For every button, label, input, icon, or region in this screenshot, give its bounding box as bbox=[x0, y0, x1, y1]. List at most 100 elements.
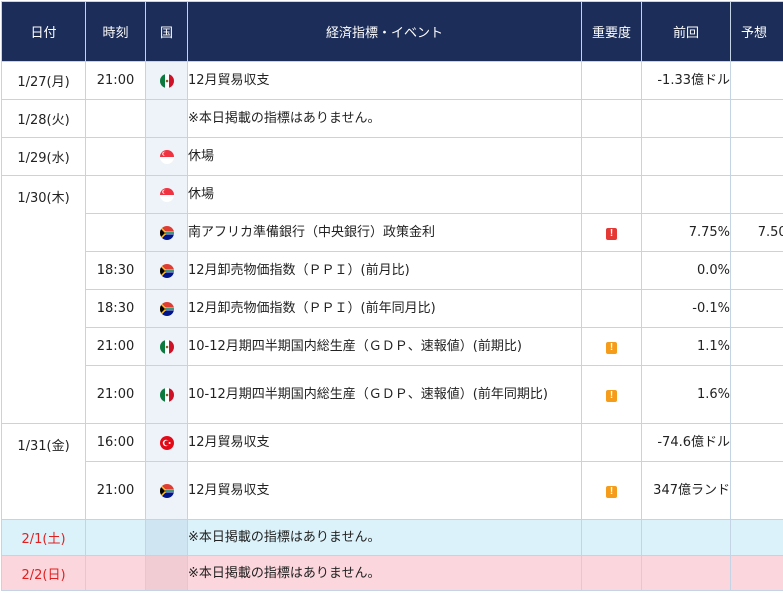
forecast-cell bbox=[730, 289, 783, 328]
previous-cell: 0.0% bbox=[641, 251, 731, 290]
time-cell: 21:00 bbox=[85, 61, 146, 100]
previous-cell: 1.1% bbox=[641, 327, 731, 366]
importance-cell bbox=[581, 423, 642, 462]
date-cell: 1/29(水) bbox=[1, 137, 86, 176]
time-cell: 21:00 bbox=[85, 365, 146, 424]
time-cell: 18:30 bbox=[85, 289, 146, 328]
date-cell: 1/28(火) bbox=[1, 99, 86, 138]
table-row: 2/1(土) ※本日掲載の指標はありません。 bbox=[1, 519, 783, 556]
header-event[interactable]: 経済指標・イベント bbox=[187, 1, 582, 62]
event-cell: ※本日掲載の指標はありません。 bbox=[187, 519, 582, 556]
time-cell: 21:00 bbox=[85, 327, 146, 366]
importance-cell: ! bbox=[581, 213, 642, 252]
country-cell bbox=[145, 519, 188, 556]
event-cell[interactable]: 10-12月期四半期国内総生産（ＧＤＰ、速報値）(前期比) bbox=[187, 327, 582, 366]
event-cell[interactable]: 12月卸売物価指数（ＰＰＩ）(前年同月比) bbox=[187, 289, 582, 328]
event-cell[interactable]: 南アフリカ準備銀行（中央銀行）政策金利 bbox=[187, 213, 582, 252]
previous-cell: -74.6億ドル bbox=[641, 423, 731, 462]
country-cell bbox=[145, 175, 188, 214]
table-row: 1/27(月) 21:00 12月貿易収支 -1.33億ドル bbox=[1, 61, 783, 100]
forecast-cell bbox=[730, 137, 783, 176]
forecast-cell bbox=[730, 327, 783, 366]
date-cell: 2/1(土) bbox=[1, 519, 86, 556]
south-africa-flag-icon bbox=[159, 225, 174, 240]
medium-importance-icon: ! bbox=[606, 486, 617, 498]
table-row: 21:00 10-12月期四半期国内総生産（ＧＤＰ、速報値）(前年同期比) ! … bbox=[2, 365, 783, 424]
event-cell[interactable]: 10-12月期四半期国内総生産（ＧＤＰ、速報値）(前年同期比) bbox=[187, 365, 582, 424]
forecast-cell: 7.50% bbox=[730, 213, 783, 252]
high-importance-icon: ! bbox=[606, 228, 617, 240]
country-cell bbox=[145, 137, 188, 176]
event-cell[interactable]: 12月卸売物価指数（ＰＰＩ）(前月比) bbox=[187, 251, 582, 290]
header-importance[interactable]: 重要度 bbox=[581, 1, 642, 62]
previous-cell bbox=[641, 175, 731, 214]
importance-cell bbox=[581, 251, 642, 290]
importance-cell bbox=[581, 137, 642, 176]
event-cell[interactable]: 12月貿易収支 bbox=[187, 423, 582, 462]
previous-cell: -1.33億ドル bbox=[641, 61, 731, 100]
previous-cell bbox=[641, 99, 731, 138]
event-cell: ※本日掲載の指標はありません。 bbox=[187, 99, 582, 138]
forecast-cell bbox=[730, 61, 783, 100]
mexico-flag-icon bbox=[159, 387, 174, 402]
date-cell: 1/27(月) bbox=[1, 61, 86, 100]
country-cell bbox=[145, 555, 188, 591]
header-forecast[interactable]: 予想 bbox=[730, 1, 783, 62]
singapore-flag-icon bbox=[159, 187, 174, 202]
importance-cell: ! bbox=[581, 365, 642, 424]
time-cell: 21:00 bbox=[85, 461, 146, 520]
south-africa-flag-icon bbox=[159, 263, 174, 278]
importance-cell bbox=[581, 555, 642, 591]
importance-cell bbox=[581, 519, 642, 556]
importance-cell: ! bbox=[581, 327, 642, 366]
previous-cell: 7.75% bbox=[641, 213, 731, 252]
forecast-cell bbox=[730, 519, 783, 556]
singapore-flag-icon bbox=[159, 149, 174, 164]
time-cell: 16:00 bbox=[85, 423, 146, 462]
country-cell bbox=[145, 61, 188, 100]
previous-cell: 347億ランド bbox=[641, 461, 731, 520]
event-cell[interactable]: 12月貿易収支 bbox=[187, 461, 582, 520]
importance-cell: ! bbox=[581, 461, 642, 520]
table-row: 18:30 12月卸売物価指数（ＰＰＩ）(前月比) 0.0% bbox=[2, 251, 783, 290]
economic-calendar-table: 日付 時刻 国 経済指標・イベント 重要度 前回 予想 1/27(月) 21:0… bbox=[1, 1, 783, 591]
country-cell bbox=[145, 423, 188, 462]
time-cell bbox=[85, 555, 146, 591]
date-cell: 1/30(木) bbox=[1, 175, 86, 424]
importance-cell bbox=[581, 175, 642, 214]
time-cell bbox=[85, 175, 146, 214]
time-cell bbox=[85, 213, 146, 252]
previous-cell bbox=[641, 555, 731, 591]
forecast-cell bbox=[730, 461, 783, 520]
previous-cell: -0.1% bbox=[641, 289, 731, 328]
importance-cell bbox=[581, 61, 642, 100]
event-cell[interactable]: 12月貿易収支 bbox=[187, 61, 582, 100]
date-cell: 2/2(日) bbox=[1, 555, 86, 591]
time-cell bbox=[85, 99, 146, 138]
header-date[interactable]: 日付 bbox=[1, 1, 86, 62]
table-row: 1/29(水) 休場 bbox=[1, 137, 783, 176]
forecast-cell bbox=[730, 99, 783, 138]
importance-cell bbox=[581, 289, 642, 328]
time-cell: 18:30 bbox=[85, 251, 146, 290]
header-previous[interactable]: 前回 bbox=[641, 1, 731, 62]
forecast-cell bbox=[730, 251, 783, 290]
header-time[interactable]: 時刻 bbox=[85, 1, 146, 62]
country-cell bbox=[145, 99, 188, 138]
event-cell[interactable]: 休場 bbox=[187, 137, 582, 176]
table-row: 2/2(日) ※本日掲載の指標はありません。 bbox=[1, 555, 783, 591]
country-cell bbox=[145, 289, 188, 328]
previous-cell bbox=[641, 519, 731, 556]
forecast-cell bbox=[730, 423, 783, 462]
event-cell[interactable]: 休場 bbox=[187, 175, 582, 214]
south-africa-flag-icon bbox=[159, 301, 174, 316]
table-row: 1/31(金) 16:00 12月貿易収支 -74.6億ドル bbox=[1, 423, 783, 520]
previous-cell: 1.6% bbox=[641, 365, 731, 424]
header-country[interactable]: 国 bbox=[145, 1, 188, 62]
date-cell: 1/31(金) bbox=[1, 423, 86, 520]
country-cell bbox=[145, 327, 188, 366]
country-cell bbox=[145, 461, 188, 520]
country-cell bbox=[145, 251, 188, 290]
country-cell bbox=[145, 213, 188, 252]
previous-cell bbox=[641, 137, 731, 176]
